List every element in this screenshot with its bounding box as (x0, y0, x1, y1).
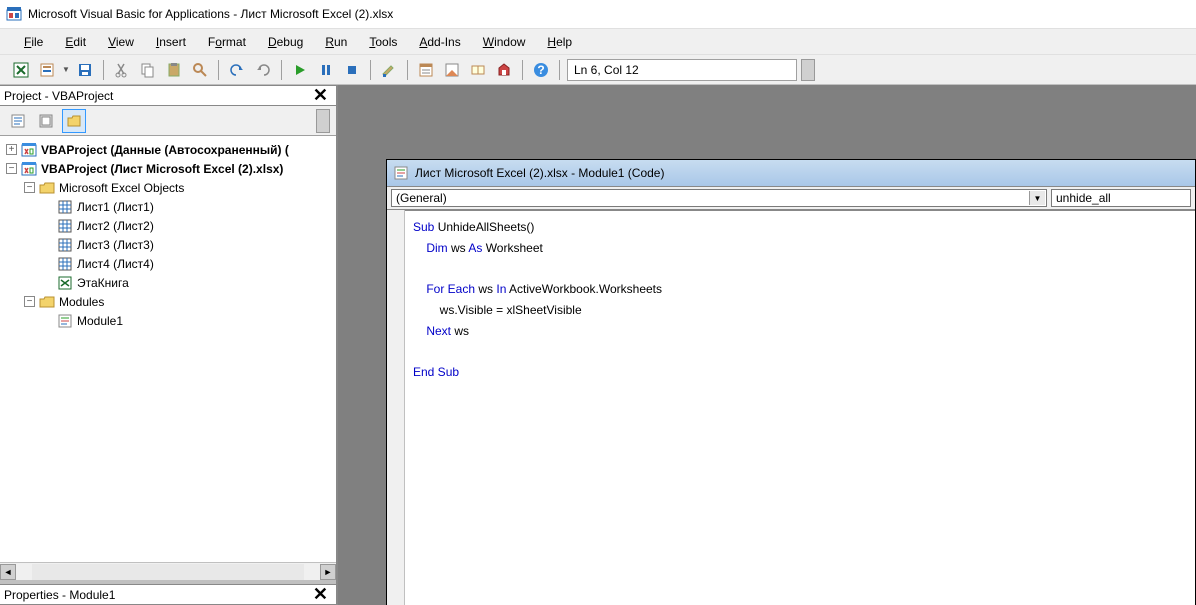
procedure-dropdown[interactable]: unhide_all (1051, 189, 1191, 207)
object-browser-icon[interactable] (467, 59, 489, 81)
tree-module1[interactable]: Module1 (0, 311, 336, 330)
tree-label: Лист4 (Лист4) (77, 257, 154, 271)
insert-module-icon[interactable] (36, 59, 58, 81)
help-icon[interactable]: ? (530, 59, 552, 81)
tree-sheet1[interactable]: Лист1 (Лист1) (0, 197, 336, 216)
tree-sheet2[interactable]: Лист2 (Лист2) (0, 216, 336, 235)
menu-run[interactable]: Run (315, 31, 357, 53)
project-panel-toolbar (0, 106, 336, 136)
code-window-dropdowns: (General) ▼ unhide_all (387, 186, 1195, 210)
code-window-title: Лист Microsoft Excel (2).xlsx - Module1 … (415, 166, 664, 180)
code-margin[interactable] (387, 210, 405, 605)
mdi-area: Лист Microsoft Excel (2).xlsx - Module1 … (338, 85, 1196, 605)
toolbox-icon[interactable] (493, 59, 515, 81)
tree-sheet4[interactable]: Лист4 (Лист4) (0, 254, 336, 273)
run-icon[interactable] (289, 59, 311, 81)
code-window[interactable]: Лист Microsoft Excel (2).xlsx - Module1 … (386, 159, 1196, 605)
properties-panel-close-icon[interactable]: ✕ (309, 584, 332, 605)
tree-label: Module1 (77, 314, 123, 328)
break-icon[interactable] (315, 59, 337, 81)
project-panel-title: Project - VBAProject ✕ (0, 85, 336, 106)
code-window-title-bar[interactable]: Лист Microsoft Excel (2).xlsx - Module1 … (387, 160, 1195, 186)
worksheet-icon (57, 256, 73, 272)
collapse-toggle-icon[interactable]: − (24, 182, 35, 193)
object-dropdown[interactable]: (General) ▼ (391, 189, 1047, 207)
tree-thisworkbook[interactable]: ЭтаКнига (0, 273, 336, 292)
menu-format[interactable]: Format (198, 31, 256, 53)
standard-toolbar: ▼ ? Ln 6, Col 12 (0, 55, 1196, 85)
paste-icon[interactable] (163, 59, 185, 81)
collapse-toggle-icon[interactable]: − (6, 163, 17, 174)
save-icon[interactable] (74, 59, 96, 81)
window-title: Microsoft Visual Basic for Applications … (28, 7, 393, 21)
tree-label: Лист1 (Лист1) (77, 200, 154, 214)
code-editor[interactable]: Sub UnhideAllSheets() Dim ws As Workshee… (405, 210, 1195, 605)
svg-text:?: ? (537, 63, 544, 77)
copy-icon[interactable] (137, 59, 159, 81)
menu-window[interactable]: Window (473, 31, 536, 53)
properties-window-icon[interactable] (441, 59, 463, 81)
menu-help[interactable]: Help (537, 31, 582, 53)
worksheet-icon (57, 199, 73, 215)
folder-icon (39, 180, 55, 196)
worksheet-icon (57, 237, 73, 253)
undo-icon[interactable] (226, 59, 248, 81)
tree-label: ЭтаКнига (77, 276, 129, 290)
cursor-position: Ln 6, Col 12 (567, 59, 797, 81)
folder-icon (39, 294, 55, 310)
tree-label: Modules (59, 295, 104, 309)
cut-icon[interactable] (111, 59, 133, 81)
menu-file[interactable]: File (14, 31, 53, 53)
vba-project-icon (21, 142, 37, 158)
project-tree[interactable]: + VBAProject (Данные (Автосохраненный) (… (0, 136, 336, 562)
tree-project-2[interactable]: − VBAProject (Лист Microsoft Excel (2).x… (0, 159, 336, 178)
menu-bar: File Edit View Insert Format Debug Run T… (0, 28, 1196, 55)
dropdown-arrow-icon[interactable]: ▼ (1029, 191, 1045, 205)
expand-toggle-icon[interactable]: + (6, 144, 17, 155)
module-icon (57, 313, 73, 329)
menu-edit[interactable]: Edit (55, 31, 96, 53)
scroll-left-icon[interactable]: ◄ (0, 564, 16, 580)
tree-modules-folder[interactable]: − Modules (0, 292, 336, 311)
project-explorer-icon[interactable] (415, 59, 437, 81)
menu-insert[interactable]: Insert (146, 31, 196, 53)
view-object-icon[interactable] (34, 109, 58, 133)
view-code-icon[interactable] (6, 109, 30, 133)
panel-toolbar-grip (316, 109, 330, 133)
workbook-icon (57, 275, 73, 291)
tree-sheet3[interactable]: Лист3 (Лист3) (0, 235, 336, 254)
tree-excel-objects[interactable]: − Microsoft Excel Objects (0, 178, 336, 197)
toolbar-grip (801, 59, 815, 81)
tree-label: VBAProject (Лист Microsoft Excel (2).xls… (41, 162, 283, 176)
collapse-toggle-icon[interactable]: − (24, 296, 35, 307)
worksheet-icon (57, 218, 73, 234)
menu-addins[interactable]: Add-Ins (409, 31, 470, 53)
module-window-icon (393, 165, 409, 181)
menu-debug[interactable]: Debug (258, 31, 313, 53)
object-dropdown-value: (General) (396, 191, 447, 205)
menu-view[interactable]: View (98, 31, 144, 53)
design-mode-icon[interactable] (378, 59, 400, 81)
toggle-folders-icon[interactable] (62, 109, 86, 133)
reset-icon[interactable] (341, 59, 363, 81)
tree-label: Лист3 (Лист3) (77, 238, 154, 252)
properties-panel-title: Properties - Module1 ✕ (0, 584, 336, 605)
tree-project-1[interactable]: + VBAProject (Данные (Автосохраненный) ( (0, 140, 336, 159)
menu-tools[interactable]: Tools (359, 31, 407, 53)
project-panel-close-icon[interactable]: ✕ (309, 85, 332, 106)
tree-label: Лист2 (Лист2) (77, 219, 154, 233)
tree-label: VBAProject (Данные (Автосохраненный) ( (41, 143, 289, 157)
insert-dropdown-icon[interactable]: ▼ (62, 65, 70, 74)
procedure-dropdown-value: unhide_all (1056, 191, 1111, 205)
tree-label: Microsoft Excel Objects (59, 181, 184, 195)
vba-project-icon (21, 161, 37, 177)
scroll-right-icon[interactable]: ► (320, 564, 336, 580)
vba-app-icon (6, 6, 22, 22)
find-icon[interactable] (189, 59, 211, 81)
project-tree-h-scrollbar[interactable]: ◄ ► (0, 562, 336, 580)
title-bar: Microsoft Visual Basic for Applications … (0, 0, 1196, 28)
view-excel-icon[interactable] (10, 59, 32, 81)
redo-icon[interactable] (252, 59, 274, 81)
